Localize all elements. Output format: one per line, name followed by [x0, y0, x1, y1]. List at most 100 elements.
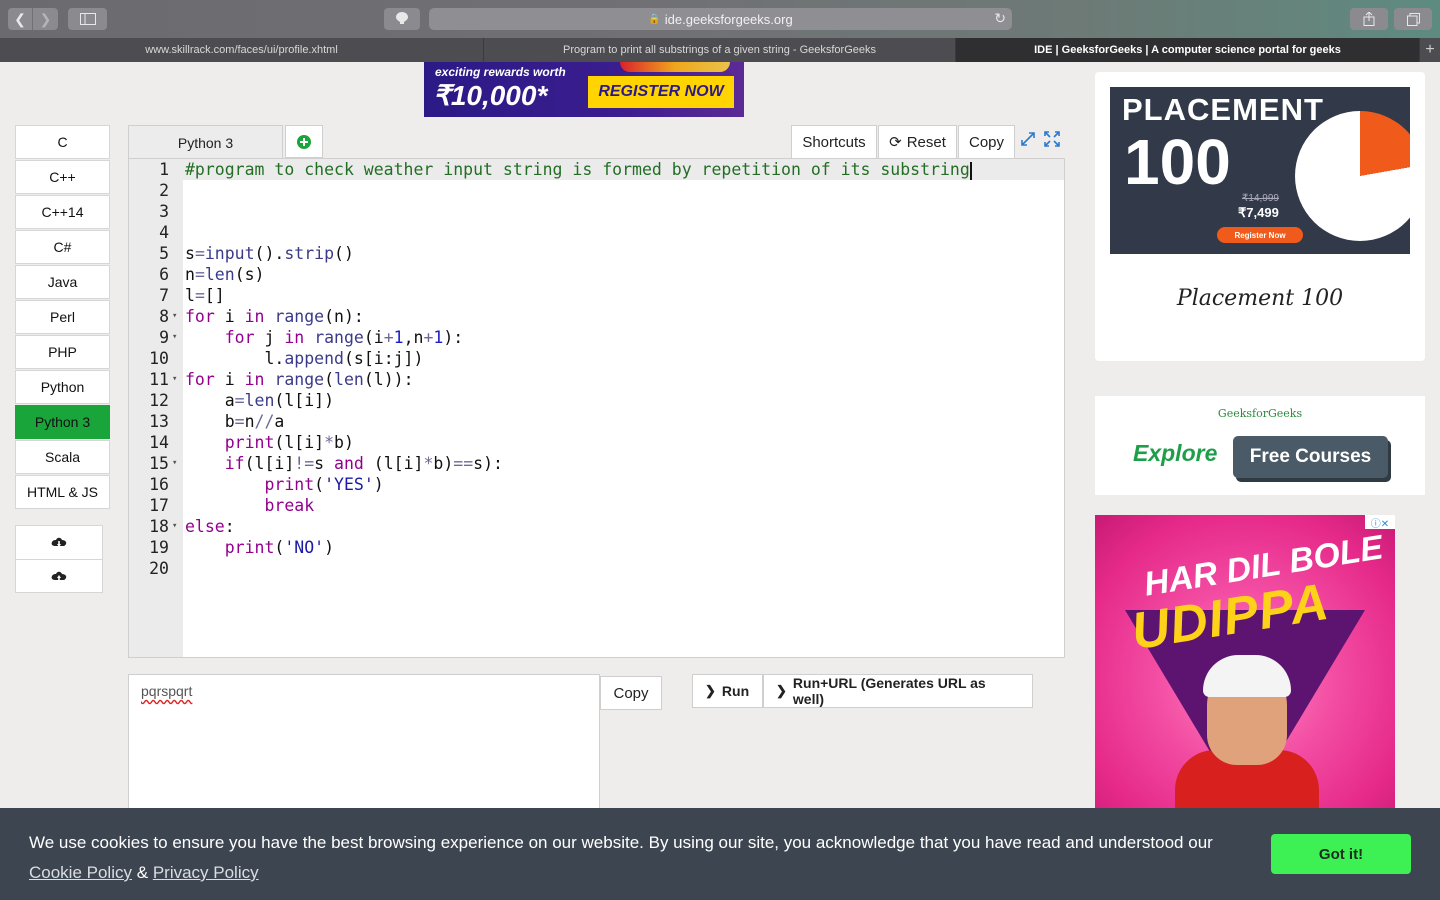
- fold-arrow-icon[interactable]: ▾: [172, 516, 177, 537]
- forward-button[interactable]: ❯: [33, 8, 58, 30]
- code-line-17[interactable]: 17 break: [129, 495, 1064, 516]
- browser-tab-skillrack[interactable]: www.skillrack.com/faces/ui/profile.xhtml: [0, 38, 484, 62]
- copy-code-button[interactable]: Copy: [958, 125, 1015, 159]
- reload-icon[interactable]: ↻: [994, 10, 1006, 27]
- code-line-18[interactable]: 18 ▾ else:: [129, 516, 1064, 537]
- tabs-icon: [1406, 12, 1420, 26]
- expand-icon[interactable]: [1020, 131, 1036, 147]
- fold-arrow-icon[interactable]: ▾: [172, 306, 177, 327]
- cloud-upload-icon: [51, 571, 67, 581]
- cookie-text: We use cookies to ensure you have the be…: [29, 833, 1213, 852]
- code-text: a=len(l[i]): [185, 391, 335, 410]
- reset-button[interactable]: ⟳ Reset: [878, 125, 957, 159]
- browser-tab-gfg-article[interactable]: Program to print all substrings of a giv…: [484, 38, 956, 62]
- privacy-policy-link[interactable]: Privacy Policy: [153, 863, 259, 882]
- copy-input-button[interactable]: Copy: [600, 676, 662, 710]
- plus-circle-icon: [297, 134, 311, 149]
- line-number: 17: [149, 496, 169, 515]
- ad-choices-icon[interactable]: ⓘ✕: [1365, 515, 1395, 530]
- register-now-button[interactable]: Register Now: [1217, 227, 1303, 243]
- explore-text: Explore: [1133, 440, 1218, 466]
- coins-graphic: [620, 62, 730, 72]
- top-ad-banner[interactable]: exciting rewards worth ₹10,000* REGISTER…: [424, 62, 744, 117]
- fold-arrow-icon[interactable]: ▾: [172, 453, 177, 474]
- cloud-download-button[interactable]: [16, 526, 102, 560]
- fold-arrow-icon[interactable]: ▾: [172, 327, 177, 348]
- code-line-11[interactable]: 11 ▾ for i in range(len(l)):: [129, 369, 1064, 390]
- code-line-13[interactable]: 13 b=n//a: [129, 411, 1064, 432]
- editor-tab-python3[interactable]: Python 3: [128, 125, 283, 160]
- tab-label: Program to print all substrings of a giv…: [562, 44, 877, 56]
- add-tab-button[interactable]: [285, 125, 323, 158]
- address-bar[interactable]: 🔒 ide.geeksforgeeks.org ↻: [429, 8, 1012, 30]
- ad-register-button[interactable]: REGISTER NOW: [588, 76, 734, 108]
- shield-button[interactable]: [384, 8, 420, 30]
- run-url-button[interactable]: ❯ Run+URL (Generates URL as well): [763, 674, 1033, 708]
- lang-cpp[interactable]: C++: [15, 160, 110, 194]
- code-line-9[interactable]: 9 ▾ for j in range(i+1,n+1):: [129, 327, 1064, 348]
- lang-csharp[interactable]: C#: [15, 230, 110, 264]
- line-number: 10: [149, 349, 169, 368]
- code-text: n=len(s): [185, 265, 265, 284]
- cookie-banner: We use cookies to ensure you have the be…: [0, 808, 1440, 900]
- code-line-16[interactable]: 16 print('YES'): [129, 474, 1064, 495]
- code-line-14[interactable]: 14 print(l[i]*b): [129, 432, 1064, 453]
- share-button[interactable]: [1350, 8, 1388, 30]
- lang-scala[interactable]: Scala: [15, 440, 110, 474]
- lang-cpp14[interactable]: C++14: [15, 195, 110, 229]
- code-line-4[interactable]: 4: [129, 222, 1064, 243]
- code-line-15[interactable]: 15 ▾ if(l[i]!=s and (l[i]*b)==s):: [129, 453, 1064, 474]
- run-label: Run: [721, 683, 750, 699]
- code-line-3[interactable]: 3: [129, 201, 1064, 222]
- lang-c[interactable]: C: [15, 125, 110, 159]
- browser-tab-ide[interactable]: IDE | GeeksforGeeks | A computer science…: [956, 38, 1420, 62]
- lang-python3[interactable]: Python 3: [15, 405, 110, 439]
- code-line-5[interactable]: 5 s=input().strip(): [129, 243, 1064, 264]
- run-button[interactable]: ❯ Run: [692, 674, 763, 708]
- stdin-input[interactable]: pqrspqrt: [128, 674, 600, 824]
- code-line-2[interactable]: 2: [129, 180, 1064, 201]
- free-courses-button[interactable]: Free Courses: [1233, 436, 1388, 478]
- code-line-12[interactable]: 12 a=len(l[i]): [129, 390, 1064, 411]
- cookie-message: We use cookies to ensure you have the be…: [29, 828, 1259, 888]
- code-line-6[interactable]: 6 n=len(s): [129, 264, 1064, 285]
- browser-tabs: www.skillrack.com/faces/ui/profile.xhtml…: [0, 38, 1440, 62]
- placement-ad[interactable]: PLACEMENT 100 ₹14,999 ₹7,499 Register No…: [1095, 72, 1425, 361]
- free-courses-ad[interactable]: GeeksforGeeks Explore Free Courses: [1095, 396, 1425, 495]
- back-button[interactable]: ❮: [8, 8, 33, 30]
- lang-java[interactable]: Java: [15, 265, 110, 299]
- placement-title: PLACEMENT: [1122, 92, 1324, 127]
- code-line-8[interactable]: 8 ▾ for i in range(n):: [129, 306, 1064, 327]
- price: ₹7,499: [1238, 205, 1279, 220]
- code-line-1[interactable]: 1 #program to check weather input string …: [129, 159, 1064, 180]
- fold-arrow-icon[interactable]: ▾: [172, 369, 177, 390]
- lang-php[interactable]: PHP: [15, 335, 110, 369]
- cookie-policy-link[interactable]: Cookie Policy: [29, 863, 132, 882]
- new-tab-button[interactable]: +: [1420, 38, 1440, 62]
- code-editor[interactable]: 1 #program to check weather input string …: [128, 158, 1065, 658]
- browser-toolbar: ❮ ❯ 🔒 ide.geeksforgeeks.org ↻: [0, 0, 1440, 38]
- code-line-10[interactable]: 10 l.append(s[i:j]): [129, 348, 1064, 369]
- code-text: s=input().strip(): [185, 244, 354, 263]
- fullscreen-icon[interactable]: [1044, 131, 1060, 147]
- lang-perl[interactable]: Perl: [15, 300, 110, 334]
- shortcuts-button[interactable]: Shortcuts: [791, 125, 877, 159]
- udippa-ad[interactable]: HAR DIL BOLE UDIPPA ⓘ✕: [1095, 515, 1395, 815]
- sidebar-icon: [79, 13, 96, 25]
- lang-html-js[interactable]: HTML & JS: [15, 475, 110, 509]
- line-number: 8: [159, 307, 169, 326]
- share-icon: [1363, 12, 1375, 26]
- address-text: ide.geeksforgeeks.org: [664, 11, 793, 27]
- sidebar-toggle-button[interactable]: [68, 8, 107, 30]
- tabs-overview-button[interactable]: [1394, 8, 1432, 30]
- code-text: else:: [185, 517, 235, 536]
- cloud-upload-button[interactable]: [16, 560, 102, 594]
- code-line-20[interactable]: 20: [129, 558, 1064, 579]
- reset-label: Reset: [906, 133, 946, 151]
- code-line-7[interactable]: 7 l=[]: [129, 285, 1064, 306]
- code-line-19[interactable]: 19 print('NO'): [129, 537, 1064, 558]
- placement-ad-image: PLACEMENT 100 ₹14,999 ₹7,499 Register No…: [1110, 87, 1410, 254]
- lock-icon: 🔒: [648, 13, 661, 25]
- lang-python[interactable]: Python: [15, 370, 110, 404]
- got-it-button[interactable]: Got it!: [1271, 834, 1411, 874]
